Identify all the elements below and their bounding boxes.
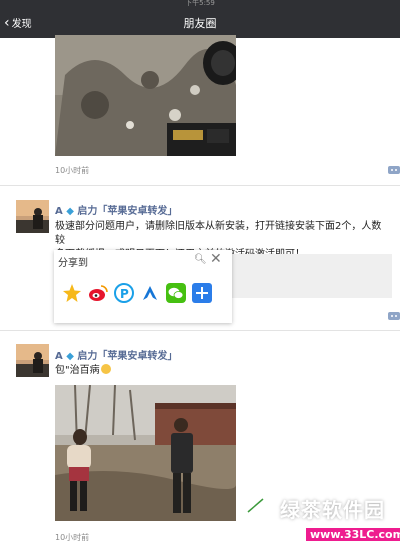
page-title: 朋友圈 [183,17,217,30]
post1-photo[interactable] [55,35,236,156]
pin-icon: ◆ [66,351,74,362]
leaf-logo-icon [236,486,276,530]
plus-icon[interactable] [192,283,212,303]
post2-avatar[interactable] [16,200,49,233]
post3-photo[interactable] [55,385,236,521]
post2-comment-button[interactable] [388,312,400,320]
post1-comment-button[interactable] [388,166,400,174]
pay-icon[interactable]: P [114,283,134,303]
pin-icon: ◆ [66,206,74,217]
wechat-icon[interactable] [166,283,186,303]
divider [0,185,400,186]
status-bar: 下午5:59 [0,0,400,8]
post1-time: 10小时前 [55,166,90,175]
post3-text: 包"治百病 [55,364,111,378]
share-title: 分享到 [58,258,88,269]
shield-icon[interactable] [140,283,160,303]
post3-time: 10小时前 [55,533,90,542]
watermark-url: www.33LC.com [306,528,400,541]
qzone-icon[interactable] [62,283,82,303]
post3-username[interactable]: A ◆ 启力「苹果安卓转发」 [55,347,177,362]
post3-avatar[interactable] [16,344,49,377]
link-card[interactable] [232,254,392,298]
status-time: 下午5:59 [185,0,215,7]
post2-username[interactable]: A ◆ 启力「苹果安卓转发」 [55,202,177,217]
close-icon[interactable]: ✕ [210,251,222,267]
share-icon-row: P [62,283,212,303]
svg-text:P: P [120,287,129,301]
search-icon[interactable]: 🔍︎ [194,254,207,265]
emoji-icon [100,364,111,374]
watermark-text: 绿茶软件园 [280,498,385,522]
share-panel: 分享到 🔍︎ ✕ P [54,250,232,323]
weibo-icon[interactable] [88,283,108,303]
divider [0,330,400,331]
nav-bar: ‹ 发现 朋友圈 [0,8,400,38]
